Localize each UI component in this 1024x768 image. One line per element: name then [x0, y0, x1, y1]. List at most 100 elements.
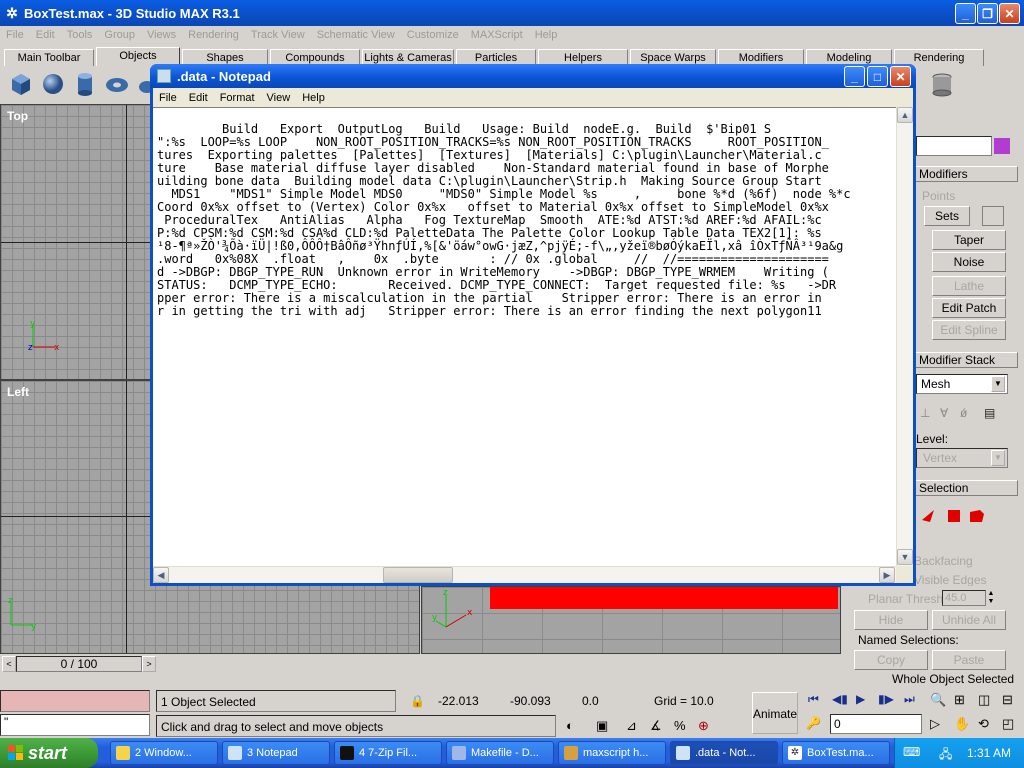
lock-selection-icon[interactable]: 🔒 — [410, 694, 425, 708]
edit-spline-button[interactable]: Edit Spline — [932, 320, 1006, 340]
notepad-vertical-scrollbar[interactable]: ▲ ▼ — [896, 107, 913, 566]
noise-button[interactable]: Noise — [932, 252, 1006, 272]
selection-rollout[interactable]: Selection — [912, 480, 1018, 496]
box-icon[interactable] — [8, 70, 34, 98]
planar-thresh-spinner[interactable]: 45.0 — [942, 590, 986, 606]
menu-tools[interactable]: Tools — [61, 29, 99, 41]
scroll-up-arrow[interactable]: ▲ — [897, 107, 913, 123]
maxscript-prompt[interactable]: " — [0, 714, 150, 736]
taskbar-button-maxscript-help[interactable]: maxscript h... — [558, 741, 666, 765]
visible-edges-checkbox[interactable]: Visible Edges — [914, 573, 987, 587]
active-inactive-icon[interactable]: ∀ — [940, 406, 954, 420]
zoom-icon[interactable]: 🔍 — [930, 692, 946, 708]
backfacing-checkbox[interactable]: Backfacing — [914, 554, 973, 568]
taskbar-button-7zip[interactable]: 4 7-Zip Fil... — [334, 741, 442, 765]
angle-snap-icon[interactable]: ∡ — [650, 718, 662, 734]
sets-button[interactable]: Sets — [924, 206, 970, 226]
notepad-maximize-button[interactable]: □ — [867, 66, 888, 87]
modifier-stack-rollout[interactable]: Modifier Stack — [912, 352, 1018, 368]
edit-patch-button[interactable]: Edit Patch — [932, 298, 1006, 318]
degradation-override-icon[interactable]: ◐ — [566, 718, 574, 733]
show-end-result-icon[interactable]: ǿ — [960, 406, 974, 420]
minimize-button[interactable]: _ — [955, 3, 976, 24]
viewport-perspective[interactable]: z x y — [421, 586, 841, 654]
sphere-icon[interactable] — [40, 70, 66, 98]
torus-icon[interactable] — [104, 70, 130, 98]
maxscript-listener-mini[interactable] — [0, 690, 150, 712]
network-icon[interactable]: 🖧 — [939, 745, 952, 766]
scroll-right-arrow[interactable]: ▶ — [879, 567, 895, 583]
notepad-close-button[interactable]: ✕ — [890, 66, 911, 87]
menu-maxscript[interactable]: MAXScript — [465, 29, 529, 41]
arc-rotate-icon[interactable]: ⟲ — [978, 716, 989, 732]
remove-modifier-icon[interactable]: ▤ — [984, 406, 998, 420]
next-frame-arrow[interactable]: > — [142, 656, 156, 672]
restore-button[interactable]: ❐ — [977, 3, 998, 24]
taskbar-button-boxtest[interactable]: ✲ BoxTest.ma... — [782, 741, 890, 765]
zoom-all-icon[interactable]: ⊞ — [954, 692, 965, 708]
notepad-minimize-button[interactable]: _ — [844, 66, 865, 87]
animate-button[interactable]: Animate — [752, 692, 798, 734]
object-color-swatch[interactable] — [994, 138, 1010, 154]
notepad-menu-format[interactable]: Format — [214, 92, 261, 104]
menu-schematic-view[interactable]: Schematic View — [311, 29, 401, 41]
taskbar-button-notepad[interactable]: 3 Notepad — [222, 741, 330, 765]
box-object[interactable] — [490, 587, 838, 609]
menu-file[interactable]: File — [0, 29, 30, 41]
taskbar-button-makefile[interactable]: Makefile - D... — [446, 741, 554, 765]
prev-frame-arrow[interactable]: < — [2, 656, 16, 672]
modifier-stack-dropdown[interactable]: Mesh ▼ — [916, 374, 1008, 394]
viewport-top-label[interactable]: Top — [7, 109, 28, 123]
lathe-button[interactable]: Lathe — [932, 276, 1006, 296]
notepad-menu-file[interactable]: File — [153, 92, 183, 104]
taskbar-button-windows[interactable]: 2 Window... — [110, 741, 218, 765]
notepad-text-area[interactable]: Build Export OutputLog Build Usage: Buil… — [153, 107, 896, 566]
spinner-snap-icon[interactable]: ⊕ — [698, 718, 709, 734]
modifiers-rollout[interactable]: Modifiers — [912, 166, 1018, 182]
configure-sets-icon[interactable] — [982, 206, 1004, 226]
menu-track-view[interactable]: Track View — [245, 29, 311, 41]
keyboard-icon[interactable]: ⌨ — [903, 745, 920, 759]
spinner-arrows-icon[interactable]: ▲ ▼ — [986, 590, 996, 606]
hide-button[interactable]: Hide — [854, 610, 928, 630]
window-crossing-icon[interactable]: ▣ — [596, 718, 608, 734]
percent-snap-icon[interactable]: % — [674, 718, 686, 733]
taskbar-button-data-notepad[interactable]: .data - Not... — [670, 741, 778, 765]
key-mode-icon[interactable]: 🔑 — [806, 716, 821, 730]
horizontal-scroll-thumb[interactable] — [383, 567, 453, 583]
min-max-toggle-icon[interactable]: ◰ — [1002, 716, 1014, 732]
notepad-title-bar[interactable]: .data - Notepad _ □ ✕ — [150, 64, 916, 88]
notepad-menu-edit[interactable]: Edit — [183, 92, 214, 104]
resize-grip[interactable] — [896, 566, 913, 583]
sub-object-dropdown[interactable]: Vertex ▼ — [916, 448, 1008, 468]
go-to-start-icon[interactable]: ⏮ — [808, 692, 819, 707]
pin-stack-icon[interactable]: ⊥ — [920, 406, 934, 420]
object-name-field[interactable] — [916, 136, 992, 156]
zoom-extents-icon[interactable]: ◫ — [978, 692, 990, 708]
notepad-menu-view[interactable]: View — [261, 92, 297, 104]
menu-group[interactable]: Group — [98, 29, 141, 41]
scroll-down-arrow[interactable]: ▼ — [897, 549, 913, 565]
menu-rendering[interactable]: Rendering — [182, 29, 245, 41]
next-frame-icon[interactable]: ▮▶ — [878, 692, 894, 706]
previous-frame-icon[interactable]: ◀▮ — [832, 692, 848, 706]
snap-toggle-icon[interactable]: ⊿ — [626, 718, 637, 734]
scroll-left-arrow[interactable]: ◀ — [153, 567, 169, 583]
menu-help[interactable]: Help — [529, 29, 564, 41]
menu-customize[interactable]: Customize — [401, 29, 465, 41]
clock[interactable]: 1:31 AM — [967, 746, 1011, 760]
pan-icon[interactable]: ✋ — [954, 716, 970, 732]
play-icon[interactable]: ▶ — [856, 692, 865, 706]
tab-main-toolbar[interactable]: Main Toolbar — [4, 49, 94, 66]
notepad-horizontal-scrollbar[interactable]: ◀ ▶ — [153, 566, 896, 583]
go-to-end-icon[interactable]: ⏭ — [904, 692, 915, 707]
current-frame-field[interactable]: 0 — [830, 714, 922, 734]
menu-views[interactable]: Views — [141, 29, 182, 41]
time-slider[interactable]: < 0 / 100 > — [0, 655, 158, 673]
close-button[interactable]: ✕ — [999, 3, 1020, 24]
paste-button[interactable]: Paste — [932, 650, 1006, 670]
chevron-down-icon[interactable]: ▼ — [991, 376, 1005, 392]
copy-button[interactable]: Copy — [854, 650, 928, 670]
region-zoom-icon[interactable]: ▷ — [930, 716, 940, 732]
time-slider-thumb[interactable]: 0 / 100 — [16, 656, 142, 672]
